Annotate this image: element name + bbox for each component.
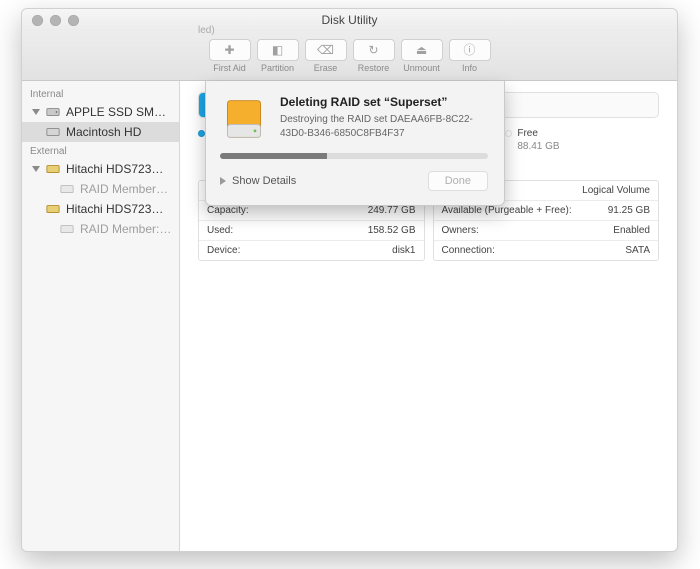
progress-fill [220, 153, 327, 159]
legend-label: Free [517, 128, 538, 139]
volume-icon [46, 125, 60, 139]
usage-segment-free [493, 93, 658, 117]
disclosure-right-icon [220, 177, 226, 185]
minimize-icon[interactable] [50, 15, 61, 26]
sidebar-item-label: RAID Member:… [80, 222, 173, 236]
sidebar-item-label: APPLE SSD SM… [66, 105, 173, 119]
progress-sheet: Deleting RAID set “Superset” Destroying … [205, 81, 505, 206]
sidebar-item-disk[interactable]: Hitachi HDS723… [22, 159, 179, 179]
disk-utility-window: Disk Utility ✚ First Aid ◧ Partition ⌫ E… [21, 8, 678, 552]
info-value: SATA [625, 245, 650, 256]
sidebar-item-disk[interactable]: APPLE SSD SM… [22, 102, 179, 122]
sheet-title: Deleting RAID set “Superset” [280, 95, 488, 109]
toolbar-label: Partition [261, 63, 294, 73]
info-key: Owners: [442, 225, 479, 236]
info-value: 91.25 GB [608, 205, 650, 216]
info-icon: ⓘ [449, 39, 491, 61]
drive-icon [46, 105, 60, 119]
legend-dot-icon [505, 130, 512, 137]
sidebar-item-disk[interactable]: Hitachi HDS723… [22, 199, 179, 219]
disclosure-icon[interactable] [32, 109, 40, 115]
erase-icon: ⌫ [305, 39, 347, 61]
toolbar-first-aid[interactable]: ✚ First Aid [207, 39, 253, 73]
unmount-icon: ⏏ [401, 39, 443, 61]
toolbar-label: Unmount [403, 63, 440, 73]
close-icon[interactable] [32, 15, 43, 26]
toolbar-unmount[interactable]: ⏏ Unmount [399, 39, 445, 73]
toolbar-partition[interactable]: ◧ Partition [255, 39, 301, 73]
sidebar-item-volume[interactable]: Macintosh HD [22, 122, 179, 142]
sidebar: Internal APPLE SSD SM… Macintosh HD Exte… [22, 81, 180, 551]
info-value: Logical Volume [582, 185, 650, 196]
info-row: Device: disk1 [199, 241, 424, 260]
legend-dot-icon [198, 130, 205, 137]
toolbar-restore[interactable]: ↻ Restore [351, 39, 397, 73]
disclosure-icon[interactable] [32, 166, 40, 172]
info-value: 158.52 GB [368, 225, 416, 236]
toolbar-label: Erase [314, 63, 338, 73]
toolbar-info[interactable]: ⓘ Info [447, 39, 493, 73]
info-row: Used: 158.52 GB [199, 221, 424, 241]
volume-icon [60, 182, 74, 196]
restore-icon: ↻ [353, 39, 395, 61]
sidebar-item-raid-member[interactable]: RAID Member… [22, 179, 179, 199]
sidebar-item-label: Macintosh HD [66, 125, 173, 139]
status-text: led) [198, 25, 657, 36]
sidebar-item-label: Hitachi HDS723… [66, 202, 173, 216]
sheet-message: Destroying the RAID set DAEAA6FB-8C22-43… [280, 113, 488, 140]
sidebar-item-raid-member[interactable]: RAID Member:… [22, 219, 179, 239]
show-details-label: Show Details [232, 175, 296, 187]
first-aid-icon: ✚ [209, 39, 251, 61]
sidebar-header-external: External [22, 142, 179, 159]
drive-big-icon [220, 95, 268, 143]
info-key: Device: [207, 245, 240, 256]
info-row: Connection: SATA [434, 241, 659, 260]
legend-value: 88.41 GB [517, 141, 659, 152]
toolbar-label: Restore [358, 63, 390, 73]
toolbar-label: Info [462, 63, 477, 73]
volume-icon [60, 222, 74, 236]
drive-icon [46, 162, 60, 176]
info-key: Used: [207, 225, 233, 236]
info-key: Available (Purgeable + Free): [442, 205, 572, 216]
info-key: Connection: [442, 245, 495, 256]
window-controls [32, 15, 79, 26]
info-value: Enabled [613, 225, 650, 236]
done-button: Done [428, 171, 488, 191]
drive-icon [46, 202, 60, 216]
info-row: Owners: Enabled [434, 221, 659, 241]
sidebar-item-label: RAID Member… [80, 182, 173, 196]
legend-free: Free 88.41 GB [505, 128, 659, 152]
info-value: 249.77 GB [368, 205, 416, 216]
partition-icon: ◧ [257, 39, 299, 61]
zoom-icon[interactable] [68, 15, 79, 26]
show-details-button[interactable]: Show Details [220, 175, 296, 187]
toolbar-erase[interactable]: ⌫ Erase [303, 39, 349, 73]
info-value: disk1 [392, 245, 415, 256]
toolbar: ✚ First Aid ◧ Partition ⌫ Erase ↻ Restor… [22, 31, 677, 81]
sidebar-item-label: Hitachi HDS723… [66, 162, 173, 176]
toolbar-label: First Aid [213, 63, 246, 73]
progress-bar [220, 153, 488, 159]
info-key: Capacity: [207, 205, 249, 216]
sidebar-header-internal: Internal [22, 85, 179, 102]
